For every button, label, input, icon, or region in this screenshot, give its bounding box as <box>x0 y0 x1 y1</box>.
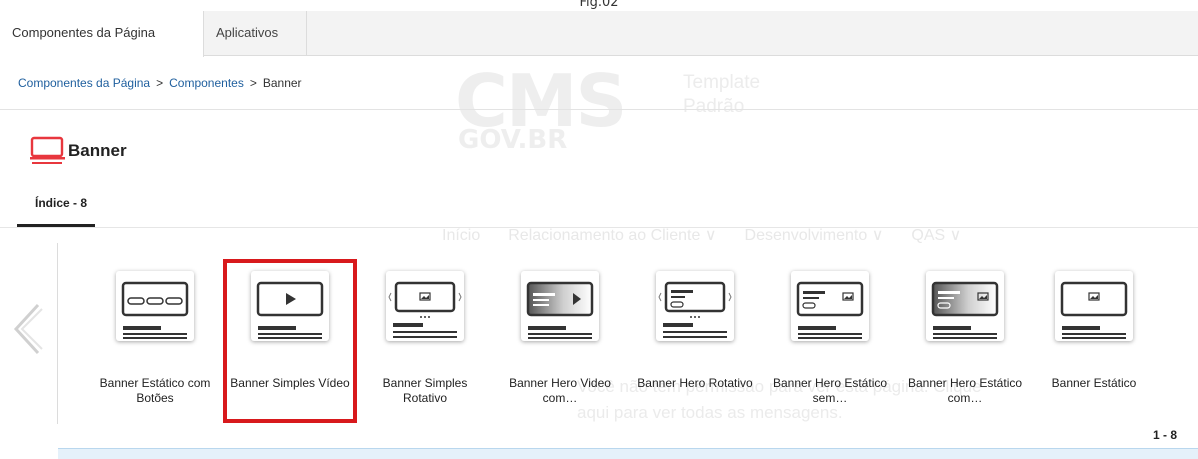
banner-hero-static-icon <box>796 281 864 339</box>
component-label: Banner Hero Video com… <box>509 376 611 405</box>
component-banner-hero-static-without[interactable] <box>791 271 869 341</box>
banner-hero-video-icon <box>526 281 594 339</box>
chevron-left-icon <box>13 303 43 355</box>
divider <box>0 109 1198 110</box>
breadcrumb-separator: > <box>156 76 164 90</box>
breadcrumb-item-page-components[interactable]: Componentes da Página <box>18 76 150 90</box>
component-label: Banner Hero Estático sem… <box>772 376 888 405</box>
banner-carousel-icon <box>388 281 462 338</box>
breadcrumb: Componentes da Página > Componentes > Banner <box>18 76 302 90</box>
component-label: Banner Hero Rotativo <box>637 376 753 390</box>
component-banner-hero-static-with[interactable] <box>926 271 1004 341</box>
breadcrumb-separator: > <box>249 76 257 90</box>
divider <box>0 227 1198 228</box>
top-tab-bar: Componentes da Página Aplicativos <box>0 11 1198 57</box>
breadcrumb-item-current: Banner <box>262 76 302 90</box>
component-banner-static-buttons[interactable] <box>116 271 194 341</box>
component-label: Banner Simples Rotativo <box>382 376 468 405</box>
banner-hero-carousel-icon <box>658 281 732 338</box>
component-label: Banner Estático <box>1051 376 1137 390</box>
component-banner-simple-carousel[interactable] <box>386 271 464 341</box>
component-banner-hero-video[interactable] <box>521 271 599 341</box>
background-menu: Início Relacionamento ao Cliente ∨ Desenvo… <box>442 227 962 244</box>
component-banner-static[interactable] <box>1055 271 1133 341</box>
breadcrumb-item-components[interactable]: Componentes <box>169 76 244 90</box>
info-bar <box>58 448 1198 459</box>
background-logo-sub: GOV.BR <box>458 125 568 155</box>
component-label: Banner Simples Vídeo <box>230 376 350 390</box>
page-title: Banner <box>68 141 127 160</box>
carousel-prev-button[interactable] <box>8 303 44 355</box>
component-banner-hero-carousel[interactable] <box>656 271 734 341</box>
banner-video-icon <box>256 281 324 339</box>
tab-index[interactable]: Índice - 8 <box>35 196 87 210</box>
component-banner-simple-video[interactable] <box>251 271 329 341</box>
banner-static-icon <box>1060 281 1128 339</box>
component-label: Banner Hero Estático com… <box>907 376 1023 405</box>
banner-hero-static-gradient-icon <box>931 281 999 339</box>
tab-page-components[interactable]: Componentes da Página <box>0 11 204 57</box>
component-label: Banner Estático com Botões <box>99 376 211 405</box>
carousel-divider <box>57 243 58 424</box>
tab-applications[interactable]: Aplicativos <box>204 11 307 56</box>
banner-monitor-icon <box>30 136 66 166</box>
figure-caption: Fig.02 <box>579 0 619 10</box>
pagination-text: 1 - 8 <box>1153 428 1178 442</box>
banner-buttons-icon <box>121 281 189 339</box>
background-template-text: Template Padrão <box>683 72 761 117</box>
